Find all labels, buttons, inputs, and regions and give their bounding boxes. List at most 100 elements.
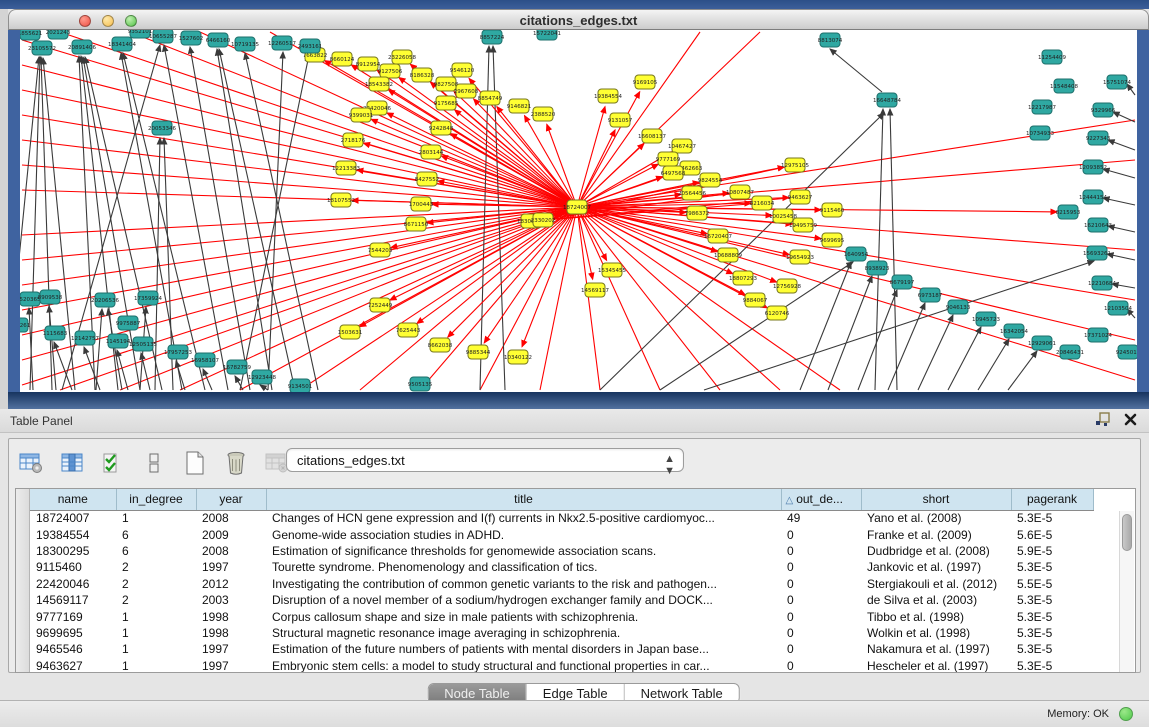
graph-node-yellow[interactable]: 2967608 (454, 84, 479, 98)
graph-node-teal[interactable]: 11548408 (1050, 79, 1078, 93)
graph-node-yellow[interactable]: 18724007 (563, 200, 591, 214)
graph-node-teal[interactable]: 12103504 (1104, 301, 1132, 315)
graph-node-yellow[interactable]: 9115460 (820, 203, 845, 217)
graph-node-teal[interactable]: 17957253 (164, 345, 192, 359)
table-cell[interactable]: 1998 (196, 625, 266, 641)
table-cell[interactable]: 9115460 (30, 559, 116, 575)
table-cell[interactable]: 2008 (196, 543, 266, 559)
graph-node-yellow[interactable]: 9127506 (378, 64, 403, 78)
column-header-pagerank[interactable]: pagerank (1011, 489, 1093, 510)
close-panel-icon[interactable] (1124, 413, 1137, 431)
graph-node-yellow[interactable]: 1503631 (338, 325, 363, 339)
table-cell[interactable]: 6 (116, 543, 196, 559)
table-cell[interactable]: 18300295 (30, 543, 116, 559)
table-cell[interactable]: Embryonic stem cells: a model to study s… (266, 658, 781, 673)
graph-node-yellow[interactable]: 16720407 (704, 229, 732, 243)
table-cell[interactable]: Changes of HCN gene expression and I(f) … (266, 510, 781, 526)
table-cell[interactable]: 0 (781, 641, 861, 657)
graph-node-teal[interactable]: 12260517 (268, 36, 296, 50)
table-cell[interactable]: 2003 (196, 592, 266, 608)
table-row[interactable]: 1830029562008Estimation of significance … (30, 543, 1093, 559)
table-cell[interactable]: Structural magnetic resonance image aver… (266, 625, 781, 641)
column-header-title[interactable]: title (266, 489, 781, 510)
graph-node-yellow[interactable]: 6497568 (661, 166, 686, 180)
graph-node-yellow[interactable]: 9546120 (450, 63, 475, 77)
table-cell[interactable]: Yano et al. (2008) (861, 510, 1011, 526)
table-cell[interactable]: Estimation of significance thresholds fo… (266, 543, 781, 559)
graph-node-yellow[interactable]: 7625443 (396, 323, 421, 337)
graph-node-yellow[interactable]: 9131057 (608, 113, 633, 127)
graph-node-teal[interactable]: 9046133 (946, 300, 971, 314)
table-cell[interactable]: Tibbo et al. (1998) (861, 608, 1011, 624)
table-cell[interactable]: 5.3E-5 (1011, 592, 1093, 608)
graph-node-yellow[interactable]: 8660124 (330, 52, 355, 66)
table-row[interactable]: 1938455462009Genome-wide association stu… (30, 526, 1093, 542)
graph-node-teal[interactable]: 1855621 (20, 30, 42, 40)
table-row[interactable]: 2242004622012Investigating the contribut… (30, 576, 1093, 592)
table-cell[interactable]: 0 (781, 658, 861, 673)
graph-node-teal[interactable]: 12505135 (129, 337, 157, 351)
table-cell[interactable]: Genome-wide association studies in ADHD. (266, 526, 781, 542)
graph-node-teal[interactable]: 6973187 (918, 288, 943, 302)
table-cell[interactable]: 1 (116, 658, 196, 673)
graph-node-teal[interactable]: 1640954 (844, 247, 869, 261)
graph-node-teal[interactable]: 17359924 (134, 291, 162, 305)
table-cell[interactable]: 5.3E-5 (1011, 658, 1093, 673)
graph-node-yellow[interactable]: 6120746 (765, 306, 790, 320)
graph-node-yellow[interactable]: 19654923 (786, 250, 814, 264)
graph-node-teal[interactable]: 8215953 (1056, 205, 1081, 219)
table-cell[interactable]: 1997 (196, 559, 266, 575)
column-header-in_degree[interactable]: in_degree (116, 489, 196, 510)
table-row[interactable]: 946554611997Estimation of the future num… (30, 641, 1093, 657)
graph-node-teal[interactable]: 2021243 (46, 30, 71, 39)
table-cell[interactable]: 2 (116, 576, 196, 592)
table-cell[interactable]: Tourette syndrome. Phenomenology and cla… (266, 559, 781, 575)
column-header-out_de[interactable]: △out_de... (781, 489, 861, 510)
table-cell[interactable]: 0 (781, 608, 861, 624)
table-row[interactable]: 1456911722003Disruption of a novel membe… (30, 592, 1093, 608)
graph-node-yellow[interactable]: 10467427 (668, 139, 696, 153)
graph-node-yellow[interactable]: 2388520 (531, 107, 556, 121)
graph-node-yellow[interactable]: 18543382 (365, 77, 393, 91)
graph-node-yellow[interactable]: 18807293 (729, 271, 757, 285)
graph-node-yellow[interactable]: 9884067 (743, 293, 768, 307)
table-cell[interactable]: Franke et al. (2009) (861, 526, 1011, 542)
graph-node-yellow[interactable]: 2330202 (531, 213, 556, 227)
graph-node-yellow[interactable]: 10340122 (504, 350, 532, 364)
table-selector[interactable]: citations_edges.txt ▲▼ (286, 448, 684, 472)
graph-node-yellow[interactable]: 7252449 (368, 298, 393, 312)
scrollbar-thumb[interactable] (1122, 514, 1132, 551)
table-cell[interactable]: Investigating the contribution of common… (266, 576, 781, 592)
table-cell[interactable]: 2009 (196, 526, 266, 542)
table-cell[interactable]: Wolkin et al. (1998) (861, 625, 1011, 641)
graph-node-teal[interactable]: 11254409 (1038, 50, 1066, 64)
table-cell[interactable]: Corpus callosum shape and size in male p… (266, 608, 781, 624)
graph-node-yellow[interactable]: 9175685 (434, 96, 459, 110)
graph-node-yellow[interactable]: 9699695 (820, 233, 845, 247)
graph-node-yellow[interactable]: 19384554 (594, 89, 622, 103)
network-window-titlebar[interactable]: citations_edges.txt (8, 9, 1149, 30)
graph-node-teal[interactable]: 12093852 (1079, 160, 1107, 174)
table-cell[interactable]: 1 (116, 641, 196, 657)
graph-node-teal[interactable]: 12142757 (71, 331, 99, 345)
table-cell[interactable]: 0 (781, 592, 861, 608)
table-cell[interactable]: 0 (781, 543, 861, 559)
graph-node-teal[interactable]: 1145194 (106, 334, 131, 348)
graph-node-yellow[interactable]: 12975105 (781, 158, 809, 172)
graph-node-teal[interactable]: 9134501 (288, 379, 313, 392)
table-cell[interactable]: Jankovic et al. (1997) (861, 559, 1011, 575)
table-cell[interactable]: 5.9E-5 (1011, 543, 1093, 559)
graph-node-teal[interactable]: 10734933 (1026, 126, 1054, 140)
table-cell[interactable]: 5.5E-5 (1011, 576, 1093, 592)
table-cell[interactable]: 14569117 (30, 592, 116, 608)
select-rows-button[interactable] (99, 449, 127, 477)
table-cell[interactable]: 6 (116, 526, 196, 542)
graph-node-teal[interactable]: 15693261 (1083, 246, 1111, 260)
column-header-name[interactable]: name (30, 489, 116, 510)
table-cell[interactable]: 0 (781, 625, 861, 641)
table-cell[interactable]: 2 (116, 592, 196, 608)
table-cell[interactable]: 9465546 (30, 641, 116, 657)
table-cell[interactable]: 49 (781, 510, 861, 526)
graph-node-teal[interactable]: 16342054 (1000, 324, 1028, 338)
table-row[interactable]: 911546021997Tourette syndrome. Phenomeno… (30, 559, 1093, 575)
